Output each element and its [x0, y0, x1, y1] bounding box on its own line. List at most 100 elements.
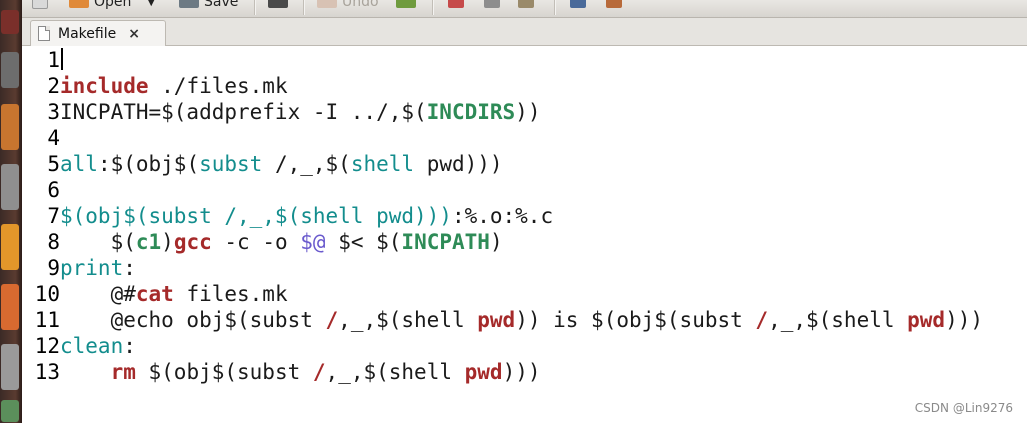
code-token: :%.o:%.c: [451, 204, 554, 228]
code-token: )): [515, 100, 541, 124]
toolbar-separator: [303, 0, 305, 15]
launcher-app-icon[interactable]: [1, 224, 19, 270]
code-line: 2include ./files.mk: [24, 73, 287, 99]
open-button-label: Open: [94, 0, 132, 10]
code-token: pwd: [464, 360, 503, 384]
code-line: 6: [24, 177, 60, 203]
find-button[interactable]: [570, 0, 591, 10]
watermark: CSDN @Lin9276: [914, 401, 1013, 415]
code-line: 3INCPATH=$(addprefix -I ../,$(INCDIRS)): [24, 99, 540, 125]
code-token: INCPATH: [401, 230, 490, 254]
code-token: :: [123, 256, 136, 280]
line-number: 13: [34, 360, 60, 384]
redo-button[interactable]: [396, 0, 421, 10]
code-token: ,_,$(shell: [338, 308, 478, 332]
code-token: clean: [60, 334, 124, 358]
new-document-icon: [32, 0, 48, 9]
line-number: 8: [47, 230, 60, 254]
line-number: 1: [47, 48, 60, 72]
code-line: 4: [24, 125, 60, 151]
tab-title: Makefile: [58, 25, 117, 42]
code-token: ))): [945, 308, 984, 332]
code-token: $(: [60, 230, 136, 254]
code-token: INCDIRS: [426, 100, 516, 124]
line-number: 2: [47, 74, 60, 98]
code-token: all: [60, 152, 98, 176]
code-token: /,_,$(: [262, 152, 351, 176]
launcher-app-icon[interactable]: [1, 400, 19, 422]
open-dropdown-icon[interactable]: ▼: [147, 0, 155, 8]
code-token: subst: [199, 152, 263, 176]
tab-bar: Makefile ×: [22, 18, 1027, 46]
copy-icon: [484, 0, 500, 8]
replace-icon: [606, 0, 622, 8]
paste-icon: [518, 0, 534, 8]
code-token: :: [123, 334, 136, 358]
open-button[interactable]: Open ▼: [69, 0, 155, 10]
line-number: 11: [34, 308, 60, 332]
launcher-app-icon[interactable]: [1, 52, 19, 88]
code-token: gcc: [173, 230, 212, 254]
save-icon: [179, 0, 199, 8]
code-line: 9print:: [24, 255, 136, 281]
code-token: $(obj$(subst: [135, 360, 313, 384]
code-token: @#: [60, 282, 136, 306]
code-token: ): [489, 230, 503, 254]
launcher-app-icon[interactable]: [1, 104, 19, 150]
code-line: 5all:$(obj$(subst /,_,$(shell pwd))): [24, 151, 503, 177]
tab-makefile[interactable]: Makefile ×: [30, 20, 166, 46]
launcher-app-icon[interactable]: [1, 284, 19, 330]
launcher: [0, 0, 22, 423]
code-token: INCPATH=$(addprefix -I ../,$(: [60, 100, 427, 124]
cut-button[interactable]: [448, 0, 469, 10]
code-token: $(obj$(subst /,_,$(shell pwd))): [60, 204, 452, 228]
code-token: ,_,$(shell: [768, 308, 908, 332]
print-button[interactable]: [268, 0, 293, 10]
code-line: 12clean:: [24, 333, 136, 359]
toolbar-separator: [432, 0, 434, 15]
code-line: 13 rm $(obj$(subst /,_,$(shell pwd))): [24, 359, 541, 385]
new-button[interactable]: [32, 0, 53, 10]
code-line: 1: [24, 47, 63, 73]
paste-button[interactable]: [518, 0, 539, 10]
line-number: 6: [47, 178, 60, 202]
line-number: 7: [47, 204, 60, 228]
code-token: -c -o: [211, 230, 301, 254]
replace-button[interactable]: [606, 0, 627, 10]
document-icon: [38, 26, 50, 41]
text-editor[interactable]: 1 2include ./files.mk 3INCPATH=$(addpref…: [24, 46, 1027, 423]
save-button[interactable]: Save: [179, 0, 238, 10]
code-line: 7$(obj$(subst /,_,$(shell pwd))):%.o:%.c: [24, 203, 553, 229]
code-token: ))): [502, 360, 541, 384]
code-token: files.mk: [173, 282, 288, 306]
code-token: pwd))): [414, 152, 503, 176]
launcher-app-icon[interactable]: [1, 344, 19, 390]
line-number: 5: [47, 152, 60, 176]
copy-button[interactable]: [484, 0, 505, 10]
line-number: 10: [34, 282, 60, 306]
undo-button[interactable]: Undo: [317, 0, 379, 10]
code-token: cat: [135, 282, 174, 306]
search-icon: [570, 0, 586, 8]
code-token: rm: [110, 360, 136, 384]
scissors-icon: [448, 0, 464, 8]
code-line: 11 @echo obj$(subst /,_,$(shell pwd)) is…: [24, 307, 983, 333]
print-icon: [268, 0, 288, 8]
code-token: $< $(: [325, 230, 402, 254]
close-icon[interactable]: ×: [128, 26, 140, 42]
launcher-app-icon[interactable]: [1, 10, 19, 34]
undo-icon: [317, 0, 337, 8]
save-button-label: Save: [204, 0, 239, 10]
code-token: :$(obj$(: [97, 152, 200, 176]
redo-icon: [396, 0, 416, 8]
code-token: @echo obj$(subst: [60, 308, 326, 332]
code-token: ): [161, 230, 174, 254]
launcher-app-icon[interactable]: [1, 164, 19, 210]
code-line: 10 @#cat files.mk: [24, 281, 288, 307]
code-line: 8 $(c1)gcc -c -o $@ $< $(INCPATH): [24, 229, 503, 255]
line-number: 3: [47, 100, 60, 124]
code-token: /: [755, 308, 769, 332]
code-token: $@: [300, 230, 326, 254]
toolbar-separator: [254, 0, 256, 15]
